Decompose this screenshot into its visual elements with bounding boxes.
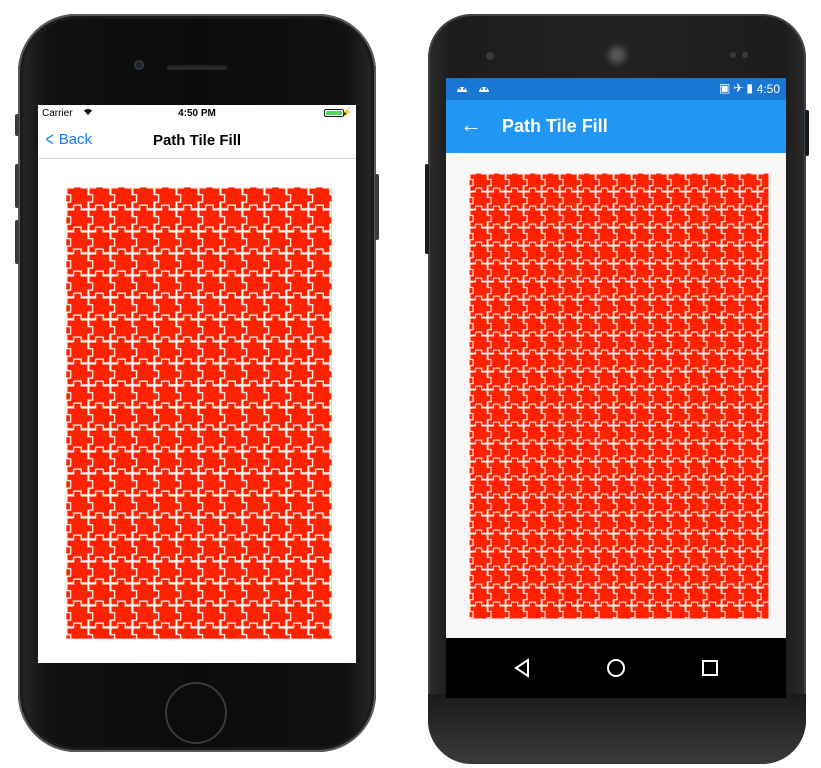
back-triangle-icon[interactable]	[502, 652, 542, 684]
volume-button	[425, 164, 429, 254]
mute-switch	[15, 114, 19, 136]
status-time: 4:50	[756, 82, 780, 96]
path-tile-pattern	[66, 187, 332, 639]
power-button	[805, 110, 809, 156]
charging-icon: ⚡	[341, 107, 353, 117]
earpiece	[166, 64, 228, 70]
android-toolbar: ← Path Tile Fill	[446, 100, 786, 153]
speaker-grille	[604, 42, 630, 68]
ios-navigation-bar: < Back Path Tile Fill	[38, 121, 356, 159]
page-title: Path Tile Fill	[152, 132, 242, 149]
front-camera	[486, 52, 494, 60]
android-icon	[456, 82, 468, 95]
sensor	[742, 52, 748, 58]
no-sim-icon: ▣	[718, 81, 734, 95]
android-screen: ▣✈▮ 4:50 ← Path Tile Fill	[446, 78, 786, 698]
recents-square-icon[interactable]	[690, 652, 730, 684]
iphone-device: Carrier 4:50 PM ⚡ < Back Path Tile Fill	[15, 14, 379, 752]
power-button	[375, 174, 379, 240]
volume-up-button	[15, 164, 19, 208]
page-title: Path Tile Fill	[502, 116, 608, 136]
airplane-icon: ✈	[733, 81, 747, 95]
android-icon	[478, 82, 490, 95]
arrow-left-icon[interactable]: ←	[460, 112, 482, 138]
status-time: 4:50 PM	[178, 108, 216, 119]
home-circle-icon[interactable]	[596, 652, 636, 684]
android-status-bar: ▣✈▮ 4:50	[446, 78, 786, 100]
android-navigation-bar	[446, 638, 786, 698]
android-device: ▣✈▮ 4:50 ← Path Tile Fill	[425, 14, 809, 764]
device-chin	[428, 694, 806, 764]
home-button[interactable]	[165, 682, 227, 744]
battery-icon: ▮	[746, 81, 756, 95]
ios-screen: Carrier 4:50 PM ⚡ < Back Path Tile Fill	[38, 105, 356, 663]
status-icons: ▣✈▮	[719, 81, 756, 95]
path-tile-pattern	[469, 173, 769, 619]
ios-status-bar: Carrier 4:50 PM ⚡	[38, 105, 356, 121]
front-camera	[134, 60, 144, 70]
volume-down-button	[15, 220, 19, 264]
sensor	[730, 52, 736, 58]
